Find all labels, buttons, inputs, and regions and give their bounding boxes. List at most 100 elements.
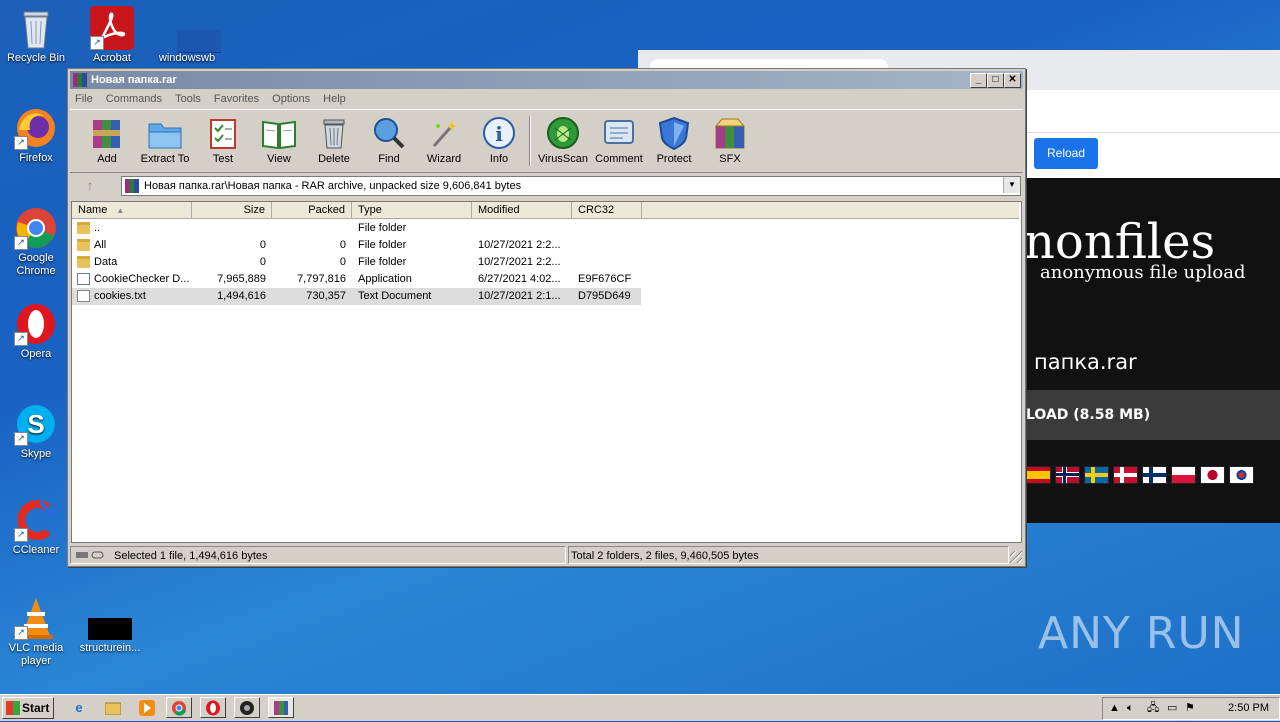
table-row[interactable]: CookieChecker D... 7,965,889 7,797,816 A…: [72, 271, 1019, 288]
protect-button[interactable]: Protect: [646, 116, 702, 165]
cell-type: Text Document: [358, 290, 432, 302]
chevron-down-icon[interactable]: ▼: [1003, 177, 1020, 193]
desktop-icon-chrome[interactable]: ↗ Google Chrome: [1, 206, 71, 278]
maximize-button[interactable]: □: [987, 73, 1004, 88]
flag-korea-icon[interactable]: [1229, 466, 1254, 484]
magnifier-icon: [371, 116, 407, 150]
start-button[interactable]: Start: [2, 697, 54, 719]
site-tagline: anonymous file upload: [1040, 262, 1246, 283]
battery-icon[interactable]: ▭: [1167, 698, 1177, 719]
up-arrow-icon[interactable]: ↑: [76, 176, 104, 194]
test-checklist-icon: [205, 116, 241, 150]
view-book-icon: [261, 116, 297, 150]
column-type[interactable]: Type: [352, 202, 472, 218]
path-combobox[interactable]: Новая папка.rar\Новая папка - RAR archiv…: [121, 176, 1021, 196]
ie-icon[interactable]: e: [66, 697, 92, 718]
flag-norway-icon[interactable]: [1055, 466, 1080, 484]
magic-wand-icon: [426, 116, 462, 150]
menu-file[interactable]: File: [75, 93, 93, 105]
desktop-icon-structurein[interactable]: structurein...: [75, 596, 145, 655]
text-document-icon: [77, 290, 90, 302]
toolbar-separator: [529, 116, 531, 166]
shortcut-arrow-icon: ↗: [14, 626, 28, 640]
status-total: Total 2 folders, 2 files, 9,460,505 byte…: [568, 546, 1009, 564]
acrobat-icon: ↗: [90, 6, 134, 50]
desktop-icon-acrobat[interactable]: ↗ Acrobat: [77, 6, 147, 65]
flag-denmark-icon[interactable]: [1113, 466, 1138, 484]
chrome-taskbar-icon[interactable]: [166, 697, 192, 718]
menu-tools[interactable]: Tools: [175, 93, 201, 105]
title-bar[interactable]: Новая папка.rar _ □ ✕: [70, 71, 1023, 89]
add-button[interactable]: Add: [79, 116, 135, 165]
flag-spain-icon[interactable]: [1026, 466, 1051, 484]
virusscan-button[interactable]: VirusScan: [535, 116, 591, 165]
desktop-icon-label: windowswb: [158, 52, 216, 64]
table-row-selected[interactable]: cookies.txt 1,494,616 730,357 Text Docum…: [72, 288, 1019, 305]
desktop-icon-ccleaner[interactable]: ↗ CCleaner: [1, 498, 71, 557]
table-row[interactable]: All 0 0 File folder 10/27/2021 2:2...: [72, 237, 1019, 254]
winrar-taskbar-icon[interactable]: [268, 697, 294, 718]
minimize-button[interactable]: _: [970, 73, 987, 88]
menu-favorites[interactable]: Favorites: [214, 93, 259, 105]
cell-modified: 10/27/2021 2:2...: [478, 239, 561, 251]
media-player-icon[interactable]: [134, 697, 160, 718]
desktop-icon-vlc[interactable]: ↗ VLC media player: [1, 596, 71, 668]
drive-icon[interactable]: [76, 551, 104, 559]
table-row[interactable]: .. File folder: [72, 220, 1019, 237]
reload-button[interactable]: Reload: [1034, 138, 1098, 169]
column-size[interactable]: Size: [192, 202, 272, 218]
table-row[interactable]: Data 0 0 File folder 10/27/2021 2:2...: [72, 254, 1019, 271]
column-crc32[interactable]: CRC32: [572, 202, 642, 218]
taskbar: Start e ▲ 🔈︎ 🖧︎ ▭ ⚑ 2:50 PM: [0, 694, 1280, 721]
volume-icon[interactable]: 🔈︎: [1127, 698, 1134, 719]
column-modified[interactable]: Modified: [472, 202, 572, 218]
sfx-label: SFX: [719, 153, 741, 165]
comment-button[interactable]: Comment: [591, 116, 647, 165]
column-name[interactable]: Name ▲: [72, 202, 192, 218]
menu-help[interactable]: Help: [323, 93, 346, 105]
extract-to-button[interactable]: Extract To: [137, 116, 193, 165]
column-name-label: Name: [78, 204, 108, 216]
info-button[interactable]: i Info: [471, 116, 527, 165]
test-button[interactable]: Test: [195, 116, 251, 165]
desktop-icon-skype[interactable]: S ↗ Skype: [1, 402, 71, 461]
status-selection-text: Selected 1 file, 1,494,616 bytes: [114, 550, 268, 562]
tray-expand-icon[interactable]: ▲: [1109, 698, 1120, 719]
wizard-button[interactable]: Wizard: [416, 116, 472, 165]
cell-type: File folder: [358, 222, 407, 234]
column-packed[interactable]: Packed: [272, 202, 352, 218]
close-button[interactable]: ✕: [1004, 73, 1021, 88]
sfx-button[interactable]: SFX: [702, 116, 758, 165]
flag-poland-icon[interactable]: [1171, 466, 1196, 484]
network-icon[interactable]: 🖧︎: [1147, 698, 1159, 719]
desktop-icon-recycle-bin[interactable]: Recycle Bin: [1, 6, 71, 65]
action-center-flag-icon[interactable]: ⚑: [1185, 698, 1195, 719]
download-button[interactable]: LOAD (8.58 MB): [1024, 390, 1280, 440]
cell-crc32: E9F676CF: [578, 273, 632, 285]
cell-size: 0: [259, 239, 266, 251]
desktop-icon-windowswb[interactable]: windowswb: [152, 6, 222, 65]
flag-japan-icon[interactable]: [1200, 466, 1225, 484]
view-button[interactable]: View: [251, 116, 307, 165]
cell-size: 7,965,889: [217, 273, 266, 285]
shortcut-arrow-icon: ↗: [14, 136, 28, 150]
delete-button[interactable]: Delete: [306, 116, 362, 165]
toolbar: Add Extract To Test View Delete Find Wiz…: [70, 109, 1023, 173]
find-button[interactable]: Find: [361, 116, 417, 165]
flag-finland-icon[interactable]: [1142, 466, 1167, 484]
clock[interactable]: 2:50 PM: [1228, 698, 1269, 719]
menu-commands[interactable]: Commands: [106, 93, 162, 105]
explorer-folder-icon[interactable]: [100, 697, 126, 718]
winrar-app-icon: [73, 73, 87, 87]
opera-taskbar-icon[interactable]: [200, 697, 226, 718]
resize-grip-icon[interactable]: [1010, 551, 1022, 563]
flag-sweden-icon[interactable]: [1084, 466, 1109, 484]
desktop-icon-label: Opera: [20, 348, 52, 360]
desktop-icon-opera[interactable]: ↗ Opera: [1, 302, 71, 361]
menu-options[interactable]: Options: [272, 93, 310, 105]
add-archive-icon: [89, 116, 125, 150]
extract-folder-icon: [147, 116, 183, 150]
app-taskbar-icon[interactable]: [234, 697, 260, 718]
cell-size: 1,494,616: [217, 290, 266, 302]
desktop-icon-firefox[interactable]: ↗ Firefox: [1, 106, 71, 165]
